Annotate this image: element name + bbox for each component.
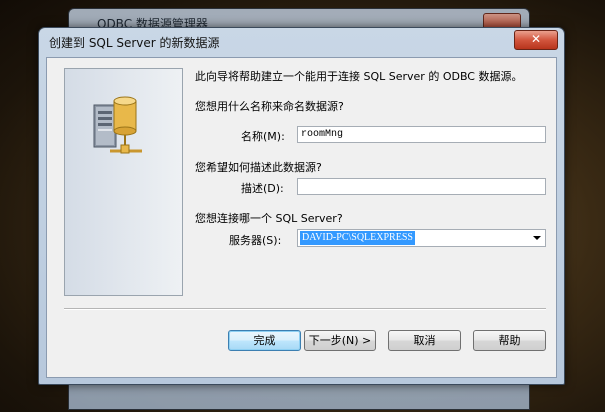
next-button[interactable]: 下一步(N) > bbox=[304, 330, 376, 351]
description-input[interactable] bbox=[297, 178, 546, 195]
side-image-panel bbox=[64, 68, 183, 296]
chevron-down-icon[interactable] bbox=[533, 236, 541, 240]
description-question: 您希望如何描述此数据源? bbox=[195, 161, 322, 174]
name-label: 名称(M): bbox=[241, 130, 285, 143]
name-question: 您想用什么名称来命名数据源? bbox=[195, 100, 344, 113]
close-button[interactable]: ✕ bbox=[514, 30, 558, 50]
dialog-body: 此向导将帮助建立一个能用于连接 SQL Server 的 ODBC 数据源。 您… bbox=[46, 57, 557, 378]
server-select-value: DAVID-PC\SQLEXPRESS bbox=[300, 231, 415, 245]
dialog-title: 创建到 SQL Server 的新数据源 bbox=[49, 36, 220, 50]
separator bbox=[64, 308, 546, 310]
cancel-button[interactable]: 取消 bbox=[388, 330, 461, 351]
finish-button[interactable]: 完成 bbox=[228, 330, 301, 351]
server-question: 您想连接哪一个 SQL Server? bbox=[195, 212, 343, 225]
server-database-icon bbox=[93, 96, 142, 154]
intro-text: 此向导将帮助建立一个能用于连接 SQL Server 的 ODBC 数据源。 bbox=[195, 70, 523, 83]
description-label: 描述(D): bbox=[241, 182, 284, 195]
help-button[interactable]: 帮助 bbox=[473, 330, 546, 351]
server-label: 服务器(S): bbox=[229, 234, 282, 247]
create-datasource-dialog: 创建到 SQL Server 的新数据源 ✕ 此向导将帮助建立一个能用于连接 S… bbox=[38, 27, 565, 385]
name-input[interactable]: roomMng bbox=[297, 126, 546, 143]
dialog-titlebar[interactable]: 创建到 SQL Server 的新数据源 ✕ bbox=[39, 28, 564, 56]
server-select[interactable]: DAVID-PC\SQLEXPRESS bbox=[297, 229, 546, 247]
close-icon: ✕ bbox=[530, 32, 542, 46]
